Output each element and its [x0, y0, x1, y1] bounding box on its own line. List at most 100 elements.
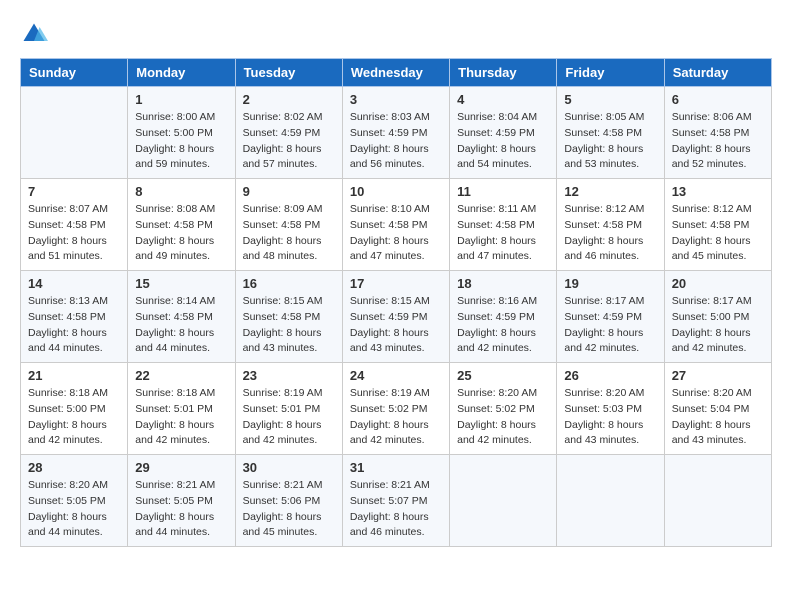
day-cell: 16 Sunrise: 8:15 AM Sunset: 4:58 PM Dayli…	[235, 271, 342, 363]
day-number: 22	[135, 368, 227, 383]
header-wednesday: Wednesday	[342, 59, 449, 87]
day-cell: 9Sunrise: 8:09 AM Sunset: 4:58 PM Daylig…	[235, 179, 342, 271]
week-row-3: 14 Sunrise: 8:13 AM Sunset: 4:58 PM Dayli…	[21, 271, 772, 363]
day-info: Sunrise: 8:21 AM Sunset: 5:05 PM Dayligh…	[135, 478, 227, 541]
day-info: Sunrise: 8:20 AM Sunset: 5:02 PM Dayligh…	[457, 386, 549, 449]
week-row-5: 28 Sunrise: 8:20 AM Sunset: 5:05 PM Dayli…	[21, 455, 772, 547]
day-cell: 26 Sunrise: 8:20 AM Sunset: 5:03 PM Dayli…	[557, 363, 664, 455]
calendar-header-row: SundayMondayTuesdayWednesdayThursdayFrid…	[21, 59, 772, 87]
day-number: 30	[243, 460, 335, 475]
day-number: 19	[564, 276, 656, 291]
day-number: 2	[243, 92, 335, 107]
day-cell: 29 Sunrise: 8:21 AM Sunset: 5:05 PM Dayli…	[128, 455, 235, 547]
day-info: Sunrise: 8:18 AM Sunset: 5:00 PM Dayligh…	[28, 386, 120, 449]
day-cell: 25 Sunrise: 8:20 AM Sunset: 5:02 PM Dayli…	[450, 363, 557, 455]
day-info: Sunrise: 8:16 AM Sunset: 4:59 PM Dayligh…	[457, 294, 549, 357]
day-cell: 12Sunrise: 8:12 AM Sunset: 4:58 PM Dayli…	[557, 179, 664, 271]
day-info: Sunrise: 8:12 AM Sunset: 4:58 PM Dayligh…	[672, 202, 764, 265]
day-info: Sunrise: 8:19 AM Sunset: 5:02 PM Dayligh…	[350, 386, 442, 449]
day-number: 29	[135, 460, 227, 475]
day-number: 5	[564, 92, 656, 107]
logo	[20, 20, 52, 48]
week-row-1: 1 Sunrise: 8:00 AM Sunset: 5:00 PM Daylig…	[21, 87, 772, 179]
day-number: 10	[350, 184, 442, 199]
day-info: Sunrise: 8:04 AM Sunset: 4:59 PM Dayligh…	[457, 110, 549, 173]
day-number: 27	[672, 368, 764, 383]
day-cell: 8 Sunrise: 8:08 AM Sunset: 4:58 PM Daylig…	[128, 179, 235, 271]
day-info: Sunrise: 8:11 AM Sunset: 4:58 PM Dayligh…	[457, 202, 549, 265]
day-cell: 3 Sunrise: 8:03 AM Sunset: 4:59 PM Daylig…	[342, 87, 449, 179]
day-cell: 2 Sunrise: 8:02 AM Sunset: 4:59 PM Daylig…	[235, 87, 342, 179]
day-cell: 23Sunrise: 8:19 AM Sunset: 5:01 PM Dayli…	[235, 363, 342, 455]
day-cell: 30Sunrise: 8:21 AM Sunset: 5:06 PM Dayli…	[235, 455, 342, 547]
page-header	[20, 20, 772, 48]
day-number: 8	[135, 184, 227, 199]
day-cell: 20 Sunrise: 8:17 AM Sunset: 5:00 PM Dayli…	[664, 271, 771, 363]
header-monday: Monday	[128, 59, 235, 87]
day-info: Sunrise: 8:20 AM Sunset: 5:03 PM Dayligh…	[564, 386, 656, 449]
day-info: Sunrise: 8:00 AM Sunset: 5:00 PM Dayligh…	[135, 110, 227, 173]
day-number: 21	[28, 368, 120, 383]
header-friday: Friday	[557, 59, 664, 87]
week-row-2: 7Sunrise: 8:07 AM Sunset: 4:58 PM Daylig…	[21, 179, 772, 271]
day-cell: 31Sunrise: 8:21 AM Sunset: 5:07 PM Dayli…	[342, 455, 449, 547]
day-number: 1	[135, 92, 227, 107]
day-number: 11	[457, 184, 549, 199]
day-number: 12	[564, 184, 656, 199]
day-cell: 11 Sunrise: 8:11 AM Sunset: 4:58 PM Dayli…	[450, 179, 557, 271]
day-number: 3	[350, 92, 442, 107]
day-info: Sunrise: 8:20 AM Sunset: 5:05 PM Dayligh…	[28, 478, 120, 541]
day-info: Sunrise: 8:13 AM Sunset: 4:58 PM Dayligh…	[28, 294, 120, 357]
day-cell: 6 Sunrise: 8:06 AM Sunset: 4:58 PM Daylig…	[664, 87, 771, 179]
day-number: 15	[135, 276, 227, 291]
calendar-table: SundayMondayTuesdayWednesdayThursdayFrid…	[20, 58, 772, 547]
day-cell: 21 Sunrise: 8:18 AM Sunset: 5:00 PM Dayli…	[21, 363, 128, 455]
day-cell: 17 Sunrise: 8:15 AM Sunset: 4:59 PM Dayli…	[342, 271, 449, 363]
day-cell: 22 Sunrise: 8:18 AM Sunset: 5:01 PM Dayli…	[128, 363, 235, 455]
day-cell: 15Sunrise: 8:14 AM Sunset: 4:58 PM Dayli…	[128, 271, 235, 363]
header-tuesday: Tuesday	[235, 59, 342, 87]
day-number: 23	[243, 368, 335, 383]
week-row-4: 21 Sunrise: 8:18 AM Sunset: 5:00 PM Dayli…	[21, 363, 772, 455]
day-cell: 4 Sunrise: 8:04 AM Sunset: 4:59 PM Daylig…	[450, 87, 557, 179]
day-info: Sunrise: 8:03 AM Sunset: 4:59 PM Dayligh…	[350, 110, 442, 173]
day-info: Sunrise: 8:08 AM Sunset: 4:58 PM Dayligh…	[135, 202, 227, 265]
day-number: 18	[457, 276, 549, 291]
day-info: Sunrise: 8:17 AM Sunset: 5:00 PM Dayligh…	[672, 294, 764, 357]
day-number: 16	[243, 276, 335, 291]
day-number: 17	[350, 276, 442, 291]
header-sunday: Sunday	[21, 59, 128, 87]
day-info: Sunrise: 8:15 AM Sunset: 4:58 PM Dayligh…	[243, 294, 335, 357]
day-cell: 7Sunrise: 8:07 AM Sunset: 4:58 PM Daylig…	[21, 179, 128, 271]
day-cell: 27 Sunrise: 8:20 AM Sunset: 5:04 PM Dayli…	[664, 363, 771, 455]
day-cell: 13Sunrise: 8:12 AM Sunset: 4:58 PM Dayli…	[664, 179, 771, 271]
day-info: Sunrise: 8:15 AM Sunset: 4:59 PM Dayligh…	[350, 294, 442, 357]
day-cell	[664, 455, 771, 547]
day-number: 25	[457, 368, 549, 383]
day-cell: 18 Sunrise: 8:16 AM Sunset: 4:59 PM Dayli…	[450, 271, 557, 363]
day-cell: 10Sunrise: 8:10 AM Sunset: 4:58 PM Dayli…	[342, 179, 449, 271]
day-info: Sunrise: 8:09 AM Sunset: 4:58 PM Dayligh…	[243, 202, 335, 265]
day-cell: 24 Sunrise: 8:19 AM Sunset: 5:02 PM Dayli…	[342, 363, 449, 455]
day-info: Sunrise: 8:06 AM Sunset: 4:58 PM Dayligh…	[672, 110, 764, 173]
day-cell: 14 Sunrise: 8:13 AM Sunset: 4:58 PM Dayli…	[21, 271, 128, 363]
day-cell	[557, 455, 664, 547]
day-cell: 5Sunrise: 8:05 AM Sunset: 4:58 PM Daylig…	[557, 87, 664, 179]
day-info: Sunrise: 8:02 AM Sunset: 4:59 PM Dayligh…	[243, 110, 335, 173]
day-number: 14	[28, 276, 120, 291]
day-info: Sunrise: 8:07 AM Sunset: 4:58 PM Dayligh…	[28, 202, 120, 265]
day-number: 20	[672, 276, 764, 291]
day-number: 24	[350, 368, 442, 383]
day-number: 28	[28, 460, 120, 475]
day-number: 6	[672, 92, 764, 107]
logo-icon	[20, 20, 48, 48]
day-number: 4	[457, 92, 549, 107]
day-cell: 1 Sunrise: 8:00 AM Sunset: 5:00 PM Daylig…	[128, 87, 235, 179]
day-info: Sunrise: 8:18 AM Sunset: 5:01 PM Dayligh…	[135, 386, 227, 449]
day-cell	[450, 455, 557, 547]
day-number: 26	[564, 368, 656, 383]
day-cell: 19Sunrise: 8:17 AM Sunset: 4:59 PM Dayli…	[557, 271, 664, 363]
header-thursday: Thursday	[450, 59, 557, 87]
day-cell: 28 Sunrise: 8:20 AM Sunset: 5:05 PM Dayli…	[21, 455, 128, 547]
day-info: Sunrise: 8:20 AM Sunset: 5:04 PM Dayligh…	[672, 386, 764, 449]
